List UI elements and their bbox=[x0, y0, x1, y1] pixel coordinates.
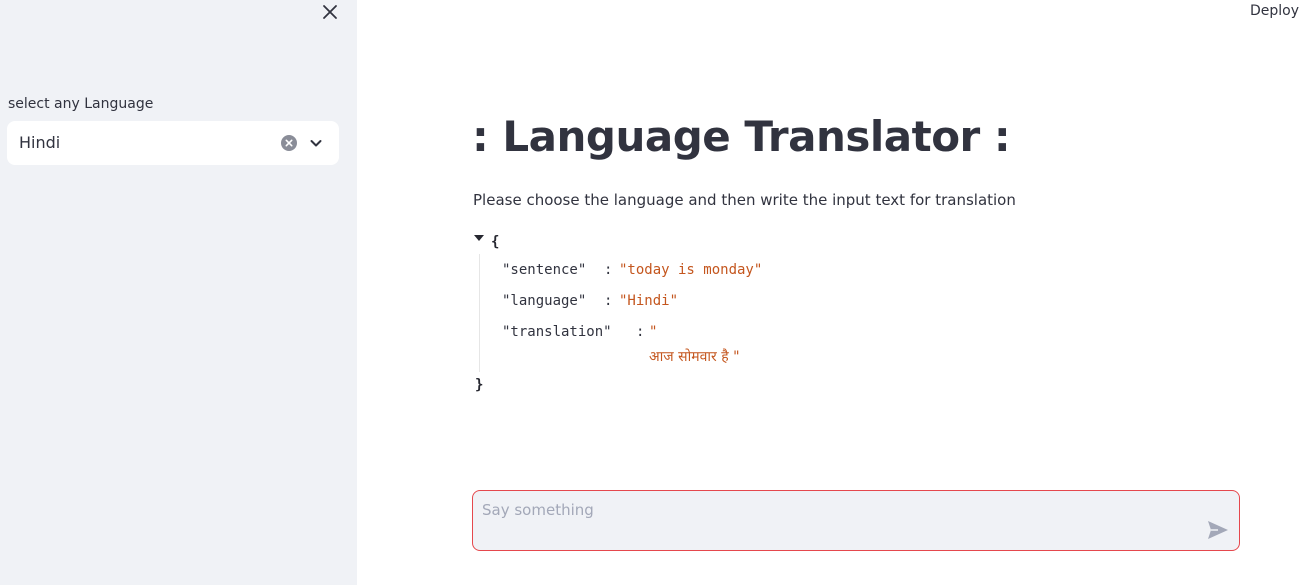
json-value-language: "Hindi" bbox=[619, 293, 679, 309]
language-select-label: select any Language bbox=[8, 96, 154, 112]
page-subtitle: Please choose the language and then writ… bbox=[473, 191, 1016, 209]
json-colon: : bbox=[604, 293, 613, 309]
deploy-button[interactable]: Deploy bbox=[1250, 3, 1299, 19]
json-viewer: { "sentence" : "today is monday" "langua… bbox=[473, 232, 973, 402]
sidebar: select any Language Hindi bbox=[0, 0, 357, 585]
language-select-value: Hindi bbox=[19, 133, 61, 152]
json-value-translation: आज सोमवार है " bbox=[649, 349, 740, 365]
json-colon: : bbox=[604, 262, 613, 278]
json-close-brace: } bbox=[475, 377, 484, 393]
json-colon: : bbox=[636, 324, 645, 340]
json-value-sentence: "today is monday" bbox=[619, 262, 763, 278]
app-root: select any Language Hindi Deploy : Langu… bbox=[0, 0, 1305, 585]
chat-input[interactable] bbox=[482, 501, 1182, 541]
json-key-language: "language" bbox=[502, 293, 587, 309]
clear-circle-icon[interactable] bbox=[281, 135, 297, 151]
json-key-sentence: "sentence" bbox=[502, 262, 587, 278]
close-icon bbox=[323, 5, 337, 19]
chevron-down-icon[interactable] bbox=[308, 135, 324, 151]
json-value-translation-open-quote: " bbox=[649, 324, 658, 340]
json-open-brace: { bbox=[491, 234, 500, 250]
chat-input-container bbox=[472, 490, 1240, 551]
send-icon[interactable] bbox=[1206, 519, 1230, 541]
json-key-translation: "translation" bbox=[502, 324, 612, 340]
json-collapse-toggle[interactable] bbox=[474, 235, 484, 241]
language-select[interactable]: Hindi bbox=[7, 121, 339, 165]
page-title: : Language Translator : bbox=[472, 112, 1011, 161]
json-indent-guide bbox=[479, 254, 480, 372]
sidebar-close-button[interactable] bbox=[318, 0, 342, 24]
